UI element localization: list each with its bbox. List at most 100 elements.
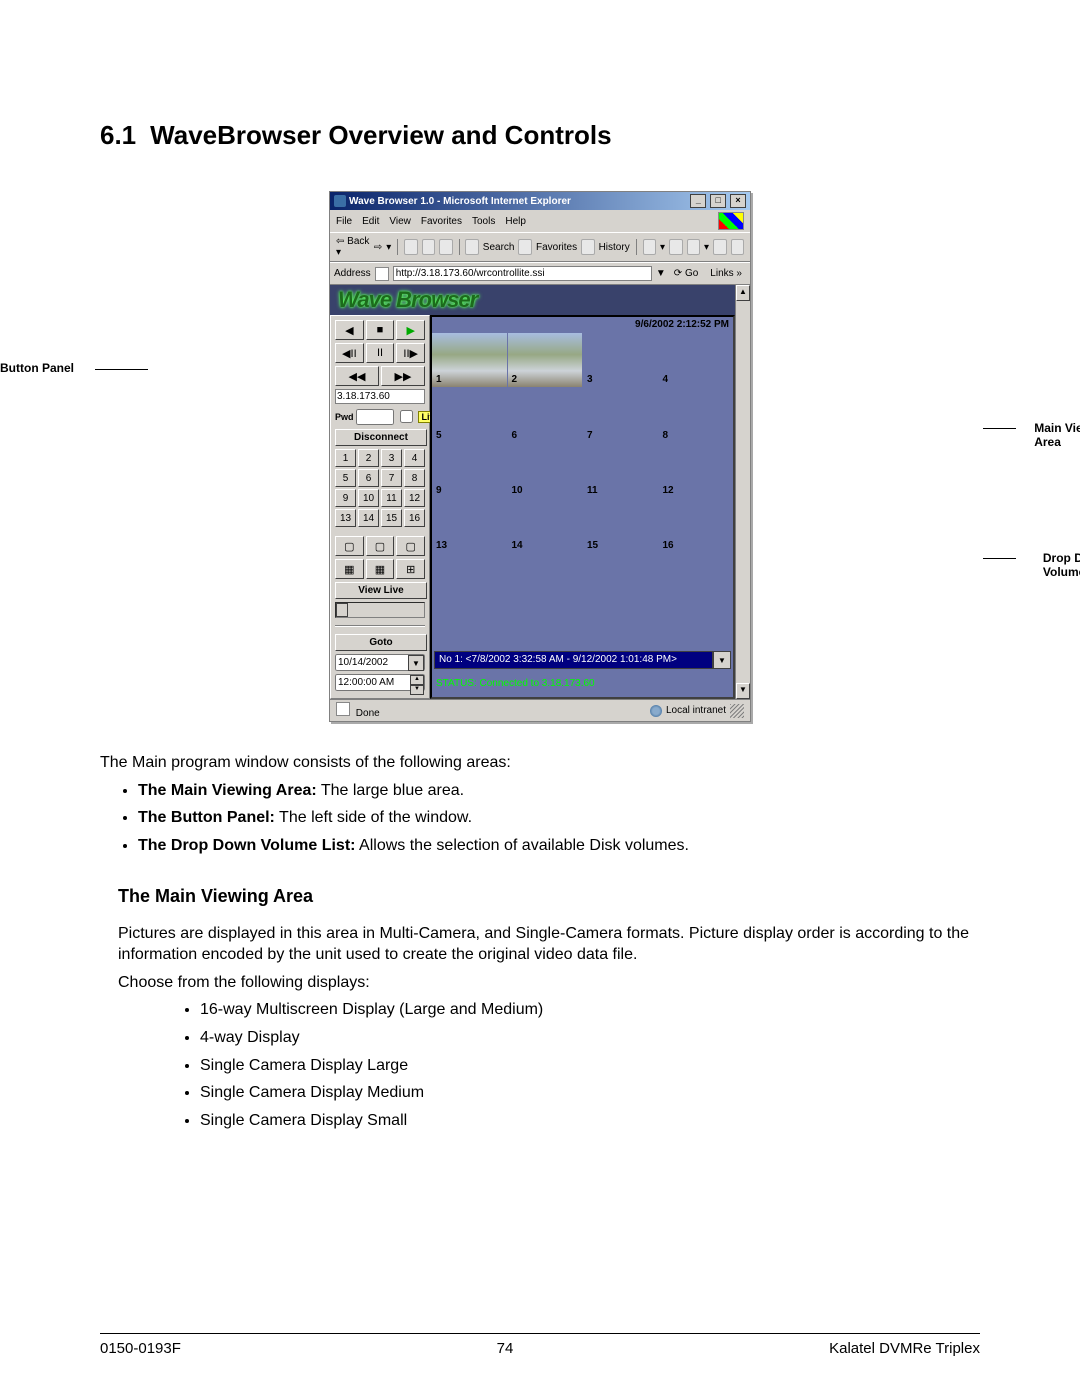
history-icon[interactable]	[581, 239, 594, 255]
camera-view-15[interactable]: 15	[583, 499, 658, 553]
camera-14-button[interactable]: 14	[358, 509, 379, 527]
step-fwd-button[interactable]: II▶	[396, 343, 425, 363]
volume-dropdown[interactable]: No 1: <7/8/2002 3:32:58 AM - 9/12/2002 1…	[434, 651, 731, 669]
camera-7-button[interactable]: 7	[381, 469, 402, 487]
camera-view-14[interactable]: 14	[508, 499, 583, 553]
rewind-button[interactable]: ◀	[335, 320, 364, 340]
camera-view-13[interactable]: 13	[432, 499, 507, 553]
footer-doc-id: 0150-0193F	[100, 1340, 181, 1357]
camera-view-1[interactable]: 1	[432, 333, 507, 387]
menu-favorites[interactable]: Favorites	[421, 216, 462, 227]
camera-view-10[interactable]: 10	[508, 444, 583, 498]
camera-view-11[interactable]: 11	[583, 444, 658, 498]
pause-button[interactable]: II	[366, 343, 395, 363]
camera-9-button[interactable]: 9	[335, 489, 356, 507]
vertical-scrollbar[interactable]: ▲ ▼	[735, 285, 750, 699]
history-button[interactable]: History	[599, 242, 630, 253]
camera-view-8[interactable]: 8	[659, 388, 734, 442]
favorites-icon[interactable]	[518, 239, 531, 255]
camera-13-button[interactable]: 13	[335, 509, 356, 527]
camera-4-button[interactable]: 4	[404, 449, 425, 467]
camera-view-9[interactable]: 9	[432, 444, 507, 498]
stop-button[interactable]: ■	[366, 320, 395, 340]
home-icon[interactable]	[439, 239, 452, 255]
favorites-button[interactable]: Favorites	[536, 242, 577, 253]
status-left: Done	[356, 708, 380, 719]
camera-view-4[interactable]: 4	[659, 333, 734, 387]
fast-forward-button[interactable]: ▶▶	[381, 366, 425, 386]
camera-view-6[interactable]: 6	[508, 388, 583, 442]
goto-button[interactable]: Goto	[335, 634, 427, 651]
menu-help[interactable]: Help	[505, 216, 526, 227]
camera-15-button[interactable]: 15	[381, 509, 402, 527]
messenger-icon[interactable]	[731, 239, 744, 255]
forward-button[interactable]: ⇨	[374, 242, 382, 253]
resize-grip[interactable]	[730, 704, 744, 718]
multi16-button[interactable]: ▦	[335, 559, 364, 579]
multi16m-button[interactable]: ▦	[366, 559, 395, 579]
live-checkbox[interactable]	[400, 410, 413, 423]
pwd-input[interactable]	[356, 409, 394, 425]
ip-input[interactable]	[335, 389, 425, 404]
camera-view-2[interactable]: 2	[508, 333, 583, 387]
menu-file[interactable]: File	[336, 216, 352, 227]
page-icon	[336, 702, 350, 716]
print-icon[interactable]	[669, 239, 682, 255]
camera-16-button[interactable]: 16	[404, 509, 425, 527]
scroll-up-icon[interactable]: ▲	[736, 285, 750, 301]
close-button[interactable]: ×	[730, 194, 746, 208]
multi4-button[interactable]: ⊞	[396, 559, 425, 579]
camera-6-button[interactable]: 6	[358, 469, 379, 487]
refresh-icon[interactable]	[422, 239, 435, 255]
play-button[interactable]: ▶	[396, 320, 425, 340]
mail-icon[interactable]	[643, 239, 656, 255]
time-down-icon[interactable]: ▼	[410, 685, 424, 695]
back-button[interactable]: ⇦ Back ▾	[336, 236, 370, 258]
search-button[interactable]: Search	[483, 242, 515, 253]
camera-view-7[interactable]: 7	[583, 388, 658, 442]
volume-dropdown-icon[interactable]: ▼	[713, 651, 731, 669]
camera-view-16[interactable]: 16	[659, 499, 734, 553]
stop-icon[interactable]	[404, 239, 417, 255]
step-back-button[interactable]: ◀II	[335, 343, 364, 363]
view-live-button[interactable]: View Live	[335, 582, 427, 599]
list-item: Single Camera Display Large	[200, 1055, 980, 1077]
links-button[interactable]: Links »	[706, 268, 746, 279]
search-icon[interactable]	[465, 239, 478, 255]
single-medium-button[interactable]: ▢	[366, 536, 395, 556]
single-large-button[interactable]: ▢	[396, 536, 425, 556]
main-viewing-area: 9/6/2002 2:12:52 PM 1 2 3 4 5 6 7 8 9	[430, 315, 735, 699]
menu-view[interactable]: View	[389, 216, 411, 227]
address-input[interactable]	[393, 266, 652, 281]
menu-edit[interactable]: Edit	[362, 216, 379, 227]
camera-3-button[interactable]: 3	[381, 449, 402, 467]
discuss-icon[interactable]	[713, 239, 726, 255]
connect-button[interactable]: Disconnect	[335, 429, 427, 446]
intro-paragraph: The Main program window consists of the …	[100, 752, 980, 774]
scroll-down-icon[interactable]: ▼	[736, 683, 750, 699]
footer-product-name: Kalatel DVMRe Triplex	[829, 1340, 980, 1357]
camera-2-button[interactable]: 2	[358, 449, 379, 467]
camera-8-button[interactable]: 8	[404, 469, 425, 487]
single-small-button[interactable]: ▢	[335, 536, 364, 556]
camera-view-12[interactable]: 12	[659, 444, 734, 498]
callout-line	[983, 558, 1016, 559]
maximize-button[interactable]: □	[710, 194, 726, 208]
address-dropdown-icon[interactable]: ▼	[656, 268, 666, 279]
camera-11-button[interactable]: 11	[381, 489, 402, 507]
edit-icon[interactable]	[687, 239, 700, 255]
time-up-icon[interactable]: ▲	[410, 675, 424, 685]
camera-view-5[interactable]: 5	[432, 388, 507, 442]
camera-10-button[interactable]: 10	[358, 489, 379, 507]
menu-tools[interactable]: Tools	[472, 216, 495, 227]
camera-view-3[interactable]: 3	[583, 333, 658, 387]
slider[interactable]	[335, 602, 425, 618]
camera-1-button[interactable]: 1	[335, 449, 356, 467]
camera-5-button[interactable]: 5	[335, 469, 356, 487]
camera-12-button[interactable]: 12	[404, 489, 425, 507]
minimize-button[interactable]: _	[690, 194, 706, 208]
go-button[interactable]: ⟳ Go	[670, 268, 703, 279]
callout-viewing-area: Main Viewing Area	[1034, 421, 1080, 449]
fast-rewind-button[interactable]: ◀◀	[335, 366, 379, 386]
date-dropdown-icon[interactable]: ▼	[408, 655, 424, 671]
